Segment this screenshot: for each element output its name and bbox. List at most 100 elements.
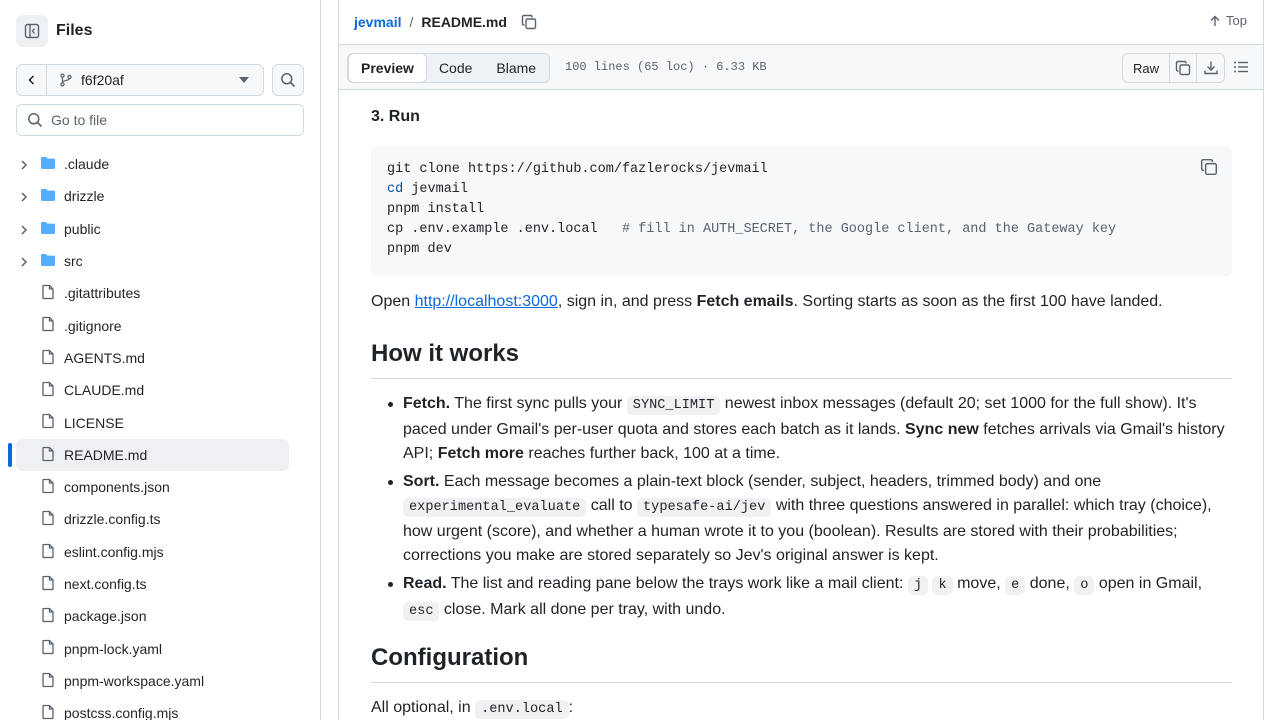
- tree-folder[interactable]: drizzle: [0, 180, 320, 212]
- breadcrumb-file-name: README.md: [421, 14, 507, 30]
- tree-file[interactable]: .gitignore: [0, 309, 320, 341]
- tree-file[interactable]: LICENSE: [0, 406, 320, 438]
- tree-item-label: AGENTS.md: [64, 349, 145, 366]
- tree-file[interactable]: postcss.config.mjs: [0, 697, 320, 720]
- tree-folder[interactable]: src: [0, 245, 320, 277]
- back-to-top-link[interactable]: Top: [1209, 13, 1247, 28]
- tree-file[interactable]: CLAUDE.md: [0, 374, 320, 406]
- tree-file[interactable]: README.md: [0, 438, 320, 471]
- tree-file[interactable]: pnpm-workspace.yaml: [0, 665, 320, 697]
- breadcrumb: jevmail / README.md Top: [339, 0, 1263, 44]
- file-tree: .claude drizzle public src .gitattributes .gi…: [0, 148, 320, 720]
- file-icon: [40, 672, 56, 691]
- tree-item-label: eslint.config.mjs: [64, 543, 164, 560]
- view-mode-tabs: Preview Code Blame: [347, 53, 551, 83]
- back-button[interactable]: [17, 65, 47, 95]
- text: The list and reading pane below the tray…: [446, 575, 908, 592]
- code-comment: # fill in AUTH_SECRET, the Google client…: [621, 222, 1117, 237]
- search-button[interactable]: [272, 64, 304, 96]
- chevron-right-icon[interactable]: [18, 255, 30, 271]
- copy-raw-button[interactable]: [1170, 54, 1197, 82]
- search-icon: [281, 73, 296, 88]
- text: done,: [1025, 575, 1075, 592]
- tree-file[interactable]: package.json: [0, 600, 320, 632]
- tree-item-label: public: [64, 220, 101, 237]
- folder-icon: [40, 252, 56, 271]
- copy-icon: [1200, 158, 1218, 176]
- localhost-link[interactable]: http://localhost:3000: [415, 293, 558, 310]
- collapse-sidebar-button[interactable]: [16, 15, 48, 47]
- tree-file[interactable]: components.json: [0, 471, 320, 503]
- bullet-title: Read.: [403, 575, 447, 592]
- file-icon: [40, 413, 56, 432]
- tab-preview[interactable]: Preview: [348, 53, 427, 83]
- text: . Sorting starts as soon as the first 10…: [793, 293, 1163, 310]
- tree-item-label: package.json: [64, 608, 147, 625]
- text: close. Mark all done per tray, with undo…: [439, 601, 726, 618]
- file-icon: [40, 446, 56, 465]
- outline-button[interactable]: [1233, 59, 1249, 75]
- config-paragraph: All optional, in .env.local:: [371, 696, 573, 720]
- tree-item-label: README.md: [64, 446, 148, 463]
- breadcrumb-separator: /: [409, 14, 414, 30]
- inline-code: esc: [403, 602, 440, 621]
- bullet-title: Sort.: [403, 473, 440, 490]
- inline-code: experimental_evaluate: [403, 498, 587, 517]
- tab-blame[interactable]: Blame: [484, 54, 548, 82]
- code-line: git clone https://github.com/fazlerocks/…: [387, 162, 768, 177]
- download-icon: [1203, 61, 1218, 75]
- go-to-file-input[interactable]: Go to file: [16, 104, 304, 136]
- inline-code: .env.local: [475, 700, 569, 719]
- inline-code: o: [1074, 576, 1095, 595]
- branch-row: f6f20af: [16, 64, 304, 96]
- tree-item-label: src: [64, 253, 83, 270]
- tree-item-label: drizzle: [64, 188, 105, 205]
- tree-file[interactable]: AGENTS.md: [0, 342, 320, 374]
- tree-item-label: .claude: [64, 156, 110, 173]
- tree-folder[interactable]: public: [0, 213, 320, 245]
- tree-file[interactable]: eslint.config.mjs: [0, 536, 320, 568]
- bold-text: Fetch more: [437, 445, 524, 462]
- copy-code-button[interactable]: [1200, 158, 1218, 184]
- tree-file[interactable]: pnpm-lock.yaml: [0, 632, 320, 664]
- inline-code: j: [907, 576, 929, 595]
- raw-actions: Raw: [1121, 53, 1225, 83]
- file-icon: [40, 478, 56, 497]
- inline-code: k: [932, 576, 953, 595]
- tree-item-label: drizzle.config.ts: [64, 511, 161, 528]
- code-keyword: cd: [387, 182, 404, 197]
- file-icon: [40, 284, 56, 303]
- copy-path-button[interactable]: [521, 14, 537, 30]
- tree-item-label: postcss.config.mjs: [64, 705, 179, 720]
- text: open in Gmail,: [1094, 575, 1203, 592]
- breadcrumb-repo-link[interactable]: jevmail: [354, 14, 401, 30]
- tree-item-label: components.json: [64, 479, 170, 496]
- list-item: Fetch. The first sync pulls your SYNC_LI…: [371, 392, 1232, 466]
- code-line: jevmail: [403, 182, 469, 197]
- list-unordered-icon: [1234, 61, 1248, 73]
- file-meta: 100 lines (65 loc) · 6.33 KB: [565, 60, 767, 74]
- chevron-right-icon[interactable]: [18, 223, 30, 239]
- raw-button[interactable]: Raw: [1123, 54, 1170, 82]
- tree-file[interactable]: next.config.ts: [0, 568, 320, 600]
- tree-folder[interactable]: .claude: [0, 148, 320, 180]
- tree-file[interactable]: drizzle.config.ts: [0, 503, 320, 535]
- download-button[interactable]: [1197, 54, 1224, 82]
- chevron-right-icon[interactable]: [18, 190, 30, 206]
- sidebar-header: Files: [16, 15, 92, 47]
- run-heading: 3. Run: [371, 108, 420, 125]
- branch-dropdown[interactable]: f6f20af: [47, 72, 263, 88]
- tab-code[interactable]: Code: [427, 54, 484, 82]
- tree-item-label: .gitattributes: [64, 285, 141, 302]
- go-to-file-placeholder: Go to file: [51, 112, 108, 128]
- file-viewer: jevmail / README.md Top Preview Code Bla…: [338, 0, 1264, 720]
- tree-file[interactable]: .gitattributes: [0, 277, 320, 309]
- how-it-works-list: Fetch. The first sync pulls your SYNC_LI…: [371, 392, 1232, 628]
- branch-selector: f6f20af: [16, 64, 264, 96]
- copy-icon: [1175, 60, 1191, 76]
- selection-highlight: [16, 438, 289, 471]
- chevron-right-icon[interactable]: [18, 158, 30, 174]
- tree-item-label: .gitignore: [64, 317, 122, 334]
- list-item: Sort. Each message becomes a plain-text …: [371, 470, 1232, 568]
- text: All optional, in: [371, 699, 476, 716]
